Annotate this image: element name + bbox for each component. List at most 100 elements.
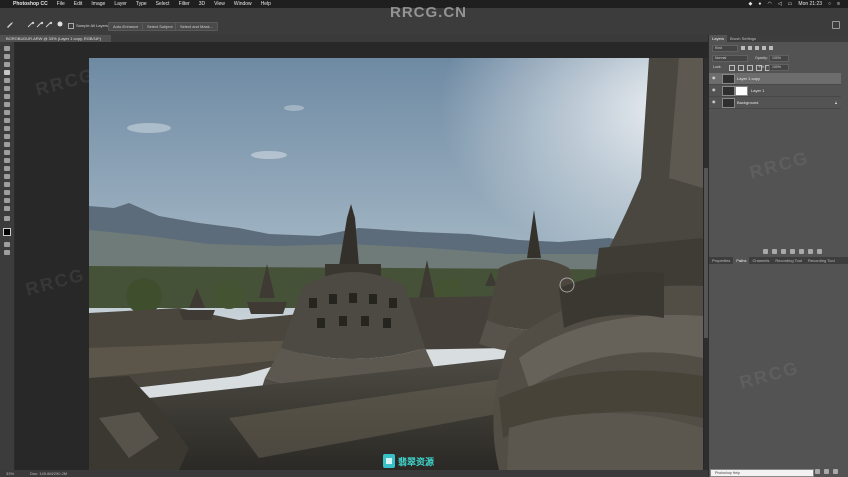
menu-layer[interactable]: Layer — [114, 1, 127, 7]
document-tab[interactable]: BOROBUDUR.ARW @ 33% (Layer 1 copy, RGB/1… — [0, 35, 111, 42]
tab-brush-settings[interactable]: Brush Settings — [727, 35, 759, 42]
tab-recording-tool-2[interactable]: Recording Tool — [805, 257, 838, 264]
menu-view[interactable]: View — [214, 1, 225, 7]
opacity-input[interactable]: 100% — [769, 55, 789, 62]
app-menu[interactable]: Photoshop CC — [13, 1, 48, 7]
menu-type[interactable]: Type — [136, 1, 147, 7]
lock-transparent-icon[interactable] — [729, 65, 735, 71]
move-tool-icon[interactable] — [4, 46, 10, 51]
document-image[interactable] — [89, 58, 703, 470]
new-selection-icon[interactable] — [27, 21, 35, 28]
menu-help[interactable]: Help — [261, 1, 271, 7]
menu-filter[interactable]: Filter — [179, 1, 190, 7]
quick-selection-tool-icon[interactable] — [4, 70, 10, 75]
brush-size-icon[interactable] — [56, 21, 64, 28]
crop-tool-icon[interactable] — [4, 78, 10, 83]
tab-recording-tool-1[interactable]: Recording Tool — [772, 257, 805, 264]
new-path-icon[interactable] — [824, 469, 829, 474]
tab-paths[interactable]: Paths — [733, 257, 750, 264]
layer-kind-filter[interactable]: Kind — [712, 45, 738, 52]
foreground-color-swatch[interactable] — [3, 228, 11, 236]
type-filter-icon[interactable] — [755, 46, 759, 50]
dropbox-icon[interactable]: ◆ — [749, 1, 753, 7]
volume-icon[interactable]: ◁ — [778, 1, 782, 7]
tab-properties[interactable]: Properties — [709, 257, 733, 264]
zoom-tool-icon[interactable] — [4, 206, 10, 211]
layer-style-icon[interactable] — [772, 249, 777, 254]
menu-select[interactable]: Select — [156, 1, 170, 7]
document-info[interactable]: Doc: 145.6M/290.2M — [30, 470, 67, 477]
layer-mask-thumbnail[interactable] — [735, 86, 748, 96]
menu-edit[interactable]: Edit — [74, 1, 83, 7]
lock-pixels-icon[interactable] — [738, 65, 744, 71]
new-layer-icon[interactable] — [808, 249, 813, 254]
screen-mode-icon[interactable] — [4, 250, 10, 255]
menu-3d[interactable]: 3D — [199, 1, 205, 7]
watermark-decoration: RRCG — [737, 357, 802, 393]
pen-tool-icon[interactable] — [4, 166, 10, 171]
auto-enhance-button[interactable]: Auto-Enhance — [108, 22, 144, 31]
delete-layer-icon[interactable] — [817, 249, 822, 254]
visibility-eye-icon[interactable]: ◉ — [712, 76, 717, 80]
delete-path-icon[interactable] — [833, 469, 838, 474]
frame-tool-icon[interactable] — [4, 86, 10, 91]
layer-row[interactable]: ◉ Background 🔒︎ — [709, 97, 841, 109]
menu-list-icon[interactable]: ≡ — [837, 1, 840, 7]
link-layers-icon[interactable] — [763, 249, 768, 254]
layer-name[interactable]: Background — [737, 97, 758, 108]
fill-input[interactable]: 100% — [769, 64, 789, 71]
lock-position-icon[interactable] — [747, 65, 753, 71]
healing-brush-tool-icon[interactable] — [4, 102, 10, 107]
wifi-icon[interactable]: ◠ — [767, 1, 771, 7]
battery-icon[interactable]: ▭ — [788, 1, 793, 7]
menu-image[interactable]: Image — [91, 1, 105, 7]
pixel-filter-icon[interactable] — [741, 46, 745, 50]
eraser-tool-icon[interactable] — [4, 134, 10, 139]
smart-object-filter-icon[interactable] — [769, 46, 773, 50]
adjustment-layer-icon[interactable] — [790, 249, 795, 254]
visibility-eye-icon[interactable]: ◉ — [712, 88, 717, 92]
fill-path-icon[interactable] — [815, 469, 820, 474]
dodge-tool-icon[interactable] — [4, 158, 10, 163]
blend-mode-select[interactable]: Normal — [712, 55, 748, 62]
select-subject-button[interactable]: Select Subject — [142, 22, 178, 31]
brush-tool-icon[interactable] — [4, 110, 10, 115]
select-and-mask-button[interactable]: Select and Mask... — [175, 22, 218, 31]
path-selection-tool-icon[interactable] — [4, 182, 10, 187]
type-tool-icon[interactable] — [4, 174, 10, 179]
help-search-field[interactable]: Photoshop Help — [710, 469, 814, 477]
layer-row[interactable]: ◉ Layer 1 — [709, 85, 841, 97]
marquee-tool-icon[interactable] — [4, 54, 10, 59]
eyedropper-tool-icon[interactable] — [4, 94, 10, 99]
history-brush-tool-icon[interactable] — [4, 126, 10, 131]
clock[interactable]: Mon 21:23 — [798, 1, 822, 7]
cc-icon[interactable]: ● — [758, 1, 761, 7]
add-mask-icon[interactable] — [781, 249, 786, 254]
gradient-tool-icon[interactable] — [4, 142, 10, 147]
menu-window[interactable]: Window — [234, 1, 252, 7]
adjustment-filter-icon[interactable] — [748, 46, 752, 50]
share-icon[interactable] — [832, 21, 840, 29]
add-to-selection-icon[interactable] — [36, 21, 44, 28]
visibility-eye-icon[interactable]: ◉ — [712, 100, 717, 104]
search-icon[interactable]: ○ — [828, 1, 831, 7]
subtract-from-selection-icon[interactable] — [45, 21, 53, 28]
clone-stamp-tool-icon[interactable] — [4, 118, 10, 123]
hand-tool-icon[interactable] — [4, 198, 10, 203]
edit-toolbar-icon[interactable] — [4, 216, 10, 221]
tab-channels[interactable]: Channels — [749, 257, 772, 264]
layer-name[interactable]: Layer 1 — [751, 85, 764, 96]
menu-file[interactable]: File — [57, 1, 65, 7]
new-group-icon[interactable] — [799, 249, 804, 254]
tab-layers[interactable]: Layers — [709, 35, 728, 42]
lasso-tool-icon[interactable] — [4, 62, 10, 67]
quick-mask-icon[interactable] — [4, 242, 10, 247]
zoom-level[interactable]: 33% — [6, 470, 14, 477]
shape-filter-icon[interactable] — [762, 46, 766, 50]
quick-selection-tool-icon[interactable] — [6, 21, 14, 28]
layer-name[interactable]: Layer 1 copy — [737, 73, 760, 84]
rectangle-tool-icon[interactable] — [4, 190, 10, 195]
blur-tool-icon[interactable] — [4, 150, 10, 155]
layer-row[interactable]: ◉ Layer 1 copy — [709, 73, 841, 85]
sample-all-layers-checkbox[interactable]: Sample All Layers — [68, 22, 108, 29]
